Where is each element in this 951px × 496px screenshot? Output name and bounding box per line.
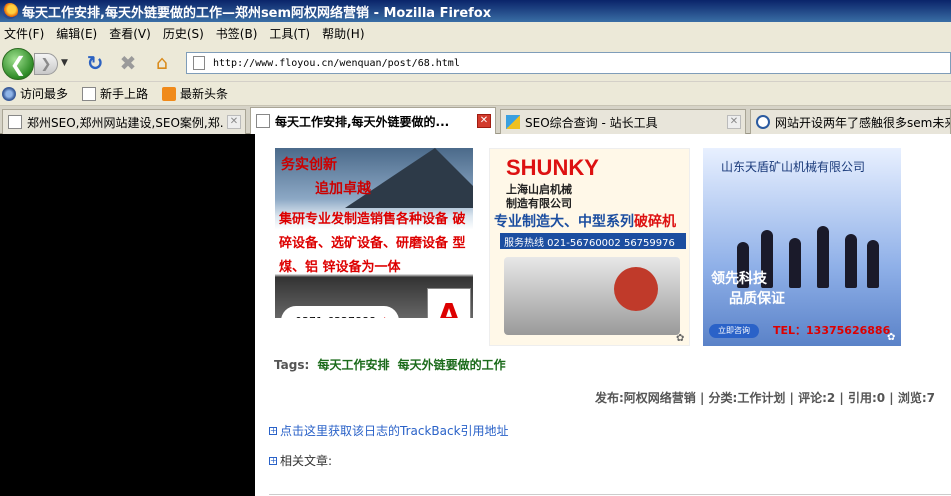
tab-strip: 郑州SEO,郑州网站建设,SEO案例,郑... ✕ 每天工作安排,每天外链要做的… — [0, 106, 951, 134]
post-meta: 发布:阿权网络营销 | 分类:工作计划 | 评论:2 | 引用:0 | 浏览:7 — [595, 391, 935, 405]
paw-icon: ✿ — [887, 332, 896, 343]
bookmark-getting-started[interactable]: 新手上路 — [80, 85, 148, 102]
forward-button[interactable]: ❯ — [34, 53, 58, 75]
address-url[interactable]: http://www.floyou.cn/wenquan/post/68.htm… — [213, 58, 460, 69]
navigation-toolbar: ❮ ❯ ▼ ↻ ✖ ⌂ http://www.floyou.cn/wenquan… — [0, 44, 951, 82]
ad-phone-number: 0371-6327888 — [295, 315, 376, 319]
related-posts-label: 相关文章: — [280, 454, 333, 468]
reload-button[interactable]: ↻ — [84, 51, 106, 75]
back-arrow-icon: ❮ — [9, 52, 27, 76]
close-icon[interactable]: ✕ — [727, 115, 741, 129]
related-posts-row: + 相关文章: — [269, 452, 332, 469]
stop-button[interactable]: ✖ — [117, 51, 139, 75]
ad-banner-shunky[interactable]: SHUNKY 上海山启机械制造有限公司 专业制造大、中型系列破碎机 服务热线 0… — [489, 148, 690, 346]
tab-label: 网站开设两年了感触很多sem未来 — [775, 115, 950, 130]
tab-label: 郑州SEO,郑州网站建设,SEO案例,郑... — [27, 115, 223, 130]
consult-button[interactable]: 立即咨询 — [709, 324, 759, 338]
tab-seo-query[interactable]: SEO综合查询 - 站长工具 ✕ — [500, 109, 746, 134]
bookmarks-toolbar: 访问最多 新手上路 最新头条 — [0, 82, 951, 106]
ad-text: 集研专业发制造销售各种设备 破碎设备、选矿设备、研磨设备 型煤、铝 锌设备为一体 — [279, 212, 466, 275]
ad-phone: TEL：13375626886 — [773, 324, 891, 337]
ad-banner-tiandun[interactable]: 山东天盾矿山机械有限公司 领先科技 品质保证 立即咨询 TEL：13375626… — [703, 148, 901, 346]
bookmark-most-visited[interactable]: 访问最多 — [0, 85, 68, 102]
menu-bookmarks[interactable]: 书签(B) — [212, 25, 266, 42]
forward-arrow-icon: ❯ — [40, 56, 52, 72]
menu-edit[interactable]: 编辑(E) — [52, 25, 105, 42]
tag-link[interactable]: 每天工作安排 — [317, 358, 389, 372]
menu-tools[interactable]: 工具(T) — [265, 25, 318, 42]
page-icon — [256, 114, 270, 128]
ad-company: 上海山启机械制造有限公司 — [506, 183, 572, 210]
ad-brand: SHUNKY — [506, 155, 599, 180]
tab-sem-future[interactable]: 网站开设两年了感触很多sem未来 — [750, 109, 951, 134]
close-icon[interactable]: ✕ — [227, 115, 241, 129]
tags-label: Tags: — [274, 358, 310, 372]
page-icon — [8, 115, 22, 129]
reload-icon: ↻ — [86, 51, 104, 75]
plus-icon: + — [269, 455, 277, 465]
ad-slogan-red: 破碎机 — [634, 214, 676, 230]
most-visited-icon — [2, 86, 16, 101]
page-content: 务实创新 追加卓越 集研专业发制造销售各种设备 破碎设备、选矿设备、研磨设备 型… — [255, 134, 951, 496]
stop-icon: ✖ — [119, 51, 137, 75]
window-titlebar: 每天工作安排,每天外链要做的工作—郑州sem阿权网络营销 - Mozilla F… — [0, 0, 951, 22]
tab-label: SEO综合查询 - 站长工具 — [525, 115, 658, 130]
history-dropdown-icon[interactable]: ▼ — [61, 58, 68, 68]
home-button[interactable]: ⌂ — [150, 52, 174, 74]
tab-daily-work[interactable]: 每天工作安排,每天外链要做的... ✕ — [250, 107, 496, 134]
ad-slogan: 品质保证 — [729, 291, 785, 307]
post-tags: Tags: 每天工作安排 每天外链要做的工作 — [274, 356, 506, 373]
hengan-logo: A — [427, 288, 471, 318]
ad-phone: 0371-6327888 ▶ — [281, 306, 399, 318]
crusher-machine-image — [504, 257, 680, 335]
seo-tool-icon — [506, 115, 520, 129]
ad-banner-hengan[interactable]: 务实创新 追加卓越 集研专业发制造销售各种设备 破碎设备、选矿设备、研磨设备 型… — [275, 148, 473, 318]
page-icon — [193, 56, 205, 70]
bookmark-latest-headlines[interactable]: 最新头条 — [160, 85, 228, 102]
trackback-link[interactable]: 点击这里获取该日志的TrackBack引用地址 — [280, 422, 509, 439]
ad-slogan: 专业制造大、中型系列破碎机 — [494, 211, 676, 231]
ad-hotline: 服务热线 021-56760002 56759976 — [500, 233, 686, 249]
tag-link[interactable]: 每天外链要做的工作 — [398, 358, 506, 372]
ad-company: 山东天盾矿山机械有限公司 — [721, 160, 866, 174]
menu-file[interactable]: 文件(F) — [0, 25, 52, 42]
back-button[interactable]: ❮ — [2, 48, 34, 80]
trackback-link-row: + 点击这里获取该日志的TrackBack引用地址 — [269, 422, 509, 439]
bookmark-label: 新手上路 — [100, 87, 149, 101]
window-title: 每天工作安排,每天外链要做的工作—郑州sem阿权网络营销 - Mozilla F… — [22, 5, 492, 21]
ad-slogan-main: 专业制造大、中型系列 — [494, 214, 634, 230]
menu-bar: 文件(F) 编辑(E) 查看(V) 历史(S) 书签(B) 工具(T) 帮助(H… — [0, 22, 951, 44]
rss-icon — [162, 86, 177, 101]
menu-history[interactable]: 历史(S) — [159, 25, 212, 42]
bookmark-label: 访问最多 — [20, 87, 69, 101]
ad-slogan: 领先科技 — [711, 271, 767, 287]
tab-zhengzhou-seo[interactable]: 郑州SEO,郑州网站建设,SEO案例,郑... ✕ — [2, 109, 246, 134]
close-icon[interactable]: ✕ — [477, 114, 491, 128]
left-sidebar-background — [0, 134, 255, 496]
ad-text: 务实创新 — [281, 157, 337, 173]
menu-help[interactable]: 帮助(H) — [318, 25, 372, 42]
site-icon — [756, 115, 770, 129]
ad-text: 追加卓越 — [315, 181, 371, 197]
menu-view[interactable]: 查看(V) — [105, 25, 159, 42]
firefox-icon — [2, 3, 18, 19]
divider — [269, 494, 951, 495]
bookmark-label: 最新头条 — [180, 87, 229, 101]
play-arrow-icon: ▶ — [384, 314, 393, 318]
address-bar[interactable]: http://www.floyou.cn/wenquan/post/68.htm… — [186, 52, 951, 74]
tab-label: 每天工作安排,每天外链要做的... — [275, 114, 450, 129]
home-icon: ⌂ — [155, 52, 169, 74]
page-icon — [82, 86, 97, 101]
paw-icon: ✿ — [676, 333, 685, 344]
plus-icon: + — [269, 425, 277, 435]
